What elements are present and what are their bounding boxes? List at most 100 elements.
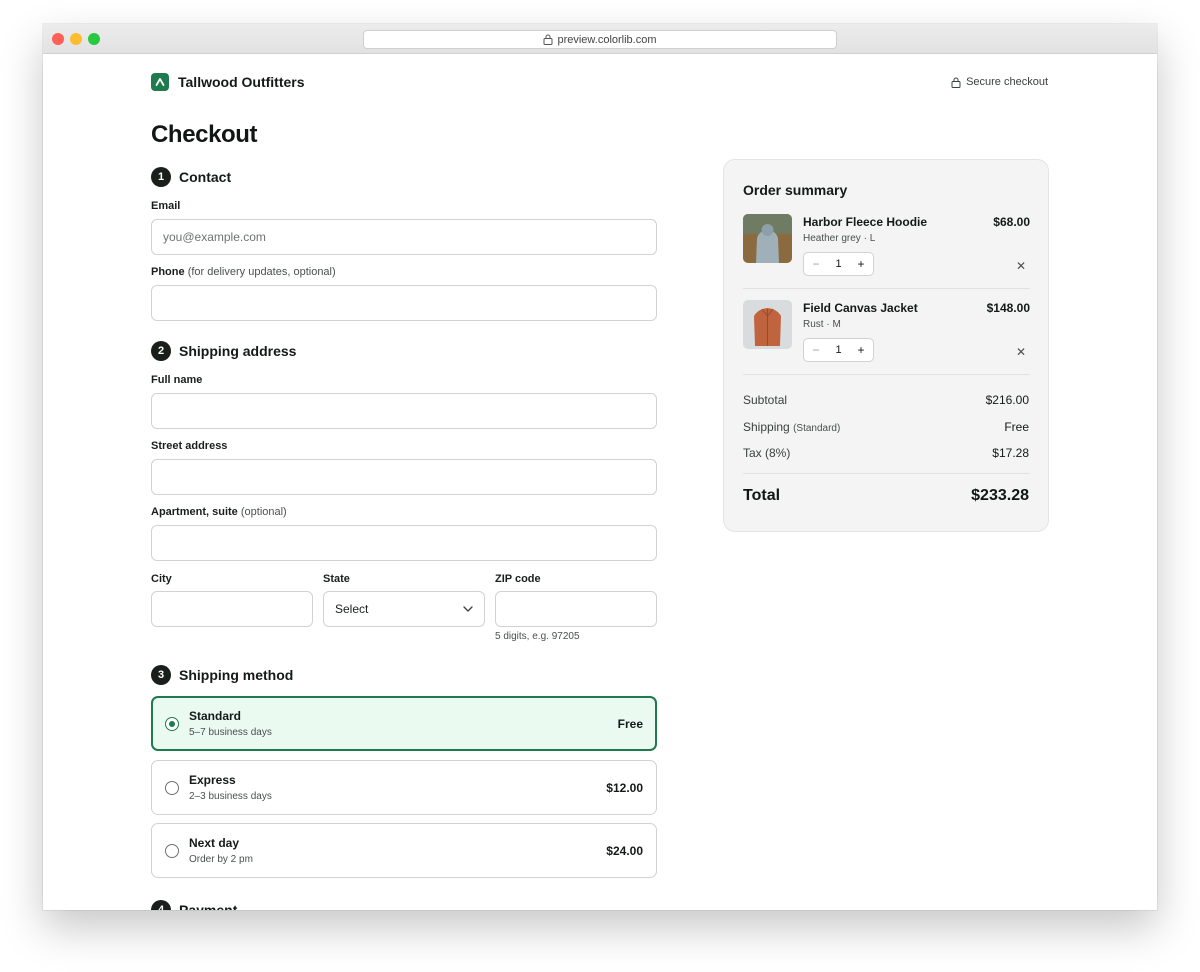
cart-item-price: $148.00 <box>986 301 1030 315</box>
state-label: State <box>323 573 350 585</box>
browser-window: preview.colorlib.com Tallwood Outfitters… <box>43 24 1157 910</box>
street-address-input[interactable] <box>151 459 657 495</box>
shipping-option-eta: 5–7 business days <box>189 727 272 738</box>
order-summary-title: Order summary <box>743 182 848 198</box>
section-contact: 1 Contact <box>151 167 231 187</box>
state-select[interactable]: Select <box>323 591 485 627</box>
shipping-option-price: $12.00 <box>606 781 643 795</box>
full-name-label: Full name <box>151 374 203 386</box>
section-shipping-method: 3 Shipping method <box>151 665 293 685</box>
section-title: Contact <box>179 169 232 185</box>
street-address-label: Street address <box>151 440 228 452</box>
shipping-option-name: Standard <box>189 709 242 723</box>
radio-unselected[interactable] <box>165 781 179 795</box>
shipping-option-price: Free <box>617 717 643 731</box>
phone-input[interactable] <box>151 285 657 321</box>
brand-logo-icon <box>151 73 169 91</box>
step-number: 1 <box>151 167 171 187</box>
order-summary: Order summary Harbor Fleece Hoodie Heath… <box>723 159 1049 532</box>
brand[interactable]: Tallwood Outfitters <box>151 73 305 91</box>
total-label: Total <box>743 487 781 504</box>
phone-label: Phone (for delivery updates, optional) <box>151 266 336 278</box>
lock-icon <box>951 77 961 88</box>
shipping-option-name: Next day <box>189 836 240 850</box>
section-title: Shipping address <box>179 343 297 359</box>
cart-item: Harbor Fleece Hoodie Heather grey · L $6… <box>743 214 1030 284</box>
apartment-label: Apartment, suite (optional) <box>151 506 287 518</box>
phone-label-text: Phone <box>151 266 185 278</box>
step-number: 2 <box>151 341 171 361</box>
divider <box>743 288 1030 289</box>
email-label: Email <box>151 200 181 212</box>
cart-item-name: Harbor Fleece Hoodie <box>803 215 928 229</box>
zip-input[interactable] <box>495 591 657 627</box>
checkout-page: Tallwood Outfitters Secure checkout Chec… <box>43 54 1157 910</box>
browser-toolbar: preview.colorlib.com <box>43 24 1157 54</box>
step-number: 3 <box>151 665 171 685</box>
shipping-option-eta: Order by 2 pm <box>189 854 253 865</box>
increase-quantity-button[interactable]: + <box>856 257 866 271</box>
shipping-option-eta: 2–3 business days <box>189 791 272 802</box>
city-input[interactable] <box>151 591 313 627</box>
secure-checkout-label: Secure checkout <box>966 76 1048 88</box>
full-name-input[interactable] <box>151 393 657 429</box>
quantity-value: 1 <box>835 258 842 270</box>
section-payment: 4 Payment <box>151 900 237 910</box>
remove-item-button[interactable]: ✕ <box>1016 259 1026 273</box>
remove-item-button[interactable]: ✕ <box>1016 345 1026 359</box>
page-title: Checkout <box>151 121 258 148</box>
lock-icon <box>543 34 553 45</box>
divider <box>743 374 1030 375</box>
total-value: $233.28 <box>971 487 1029 504</box>
minimize-window-button[interactable] <box>70 33 82 45</box>
url-text: preview.colorlib.com <box>557 33 657 46</box>
shipping-option-express[interactable]: Express 2–3 business days $12.00 <box>151 760 657 815</box>
decrease-quantity-button[interactable]: − <box>811 257 821 271</box>
quantity-stepper[interactable]: − 1 + <box>803 252 874 276</box>
cart-item: Field Canvas Jacket Rust · M $148.00 − 1… <box>743 300 1030 370</box>
zip-helper: 5 digits, e.g. 97205 <box>495 631 580 642</box>
cart-item-variant: Rust · M <box>803 319 841 330</box>
divider <box>743 473 1030 474</box>
state-select-value: Select <box>335 602 369 616</box>
zip-label: ZIP code <box>495 573 541 585</box>
subtotal-value: $216.00 <box>985 393 1029 407</box>
shipping-hint: (Standard) <box>793 423 841 434</box>
shipping-option-next-day[interactable]: Next day Order by 2 pm $24.00 <box>151 823 657 878</box>
section-title: Shipping method <box>179 667 294 683</box>
product-thumbnail-hoodie[interactable] <box>743 214 792 263</box>
shipping-option-price: $24.00 <box>606 844 643 858</box>
apartment-input[interactable] <box>151 525 657 561</box>
close-window-button[interactable] <box>52 33 64 45</box>
cart-item-variant: Heather grey · L <box>803 233 876 244</box>
shipping-label: Shipping (Standard) <box>743 420 840 434</box>
tax-value: $17.28 <box>992 446 1029 460</box>
quantity-value: 1 <box>835 344 842 356</box>
section-shipping-address: 2 Shipping address <box>151 341 296 361</box>
shipping-option-name: Express <box>189 773 236 787</box>
cart-item-name: Field Canvas Jacket <box>803 301 918 315</box>
maximize-window-button[interactable] <box>88 33 100 45</box>
tax-label: Tax (8%) <box>743 446 791 460</box>
section-title: Payment <box>179 902 238 910</box>
secure-checkout-badge: Secure checkout <box>951 76 1048 88</box>
city-label: City <box>151 573 172 585</box>
increase-quantity-button[interactable]: + <box>856 343 866 357</box>
chevron-down-icon <box>463 606 473 612</box>
apartment-hint: (optional) <box>240 506 287 518</box>
phone-hint: (for delivery updates, optional) <box>187 266 336 278</box>
decrease-quantity-button[interactable]: − <box>811 343 821 357</box>
radio-selected[interactable] <box>165 717 179 731</box>
shipping-option-standard[interactable]: Standard 5–7 business days Free <box>151 696 657 751</box>
email-input[interactable] <box>151 219 657 255</box>
cart-item-price: $68.00 <box>993 215 1030 229</box>
subtotal-label: Subtotal <box>743 393 788 407</box>
shipping-label-text: Shipping <box>743 420 790 434</box>
address-bar[interactable]: preview.colorlib.com <box>363 30 837 49</box>
product-thumbnail-jacket[interactable] <box>743 300 792 349</box>
radio-unselected[interactable] <box>165 844 179 858</box>
quantity-stepper[interactable]: − 1 + <box>803 338 874 362</box>
shipping-value: Free <box>1004 420 1029 434</box>
brand-name: Tallwood Outfitters <box>178 74 305 90</box>
step-number: 4 <box>151 900 171 910</box>
